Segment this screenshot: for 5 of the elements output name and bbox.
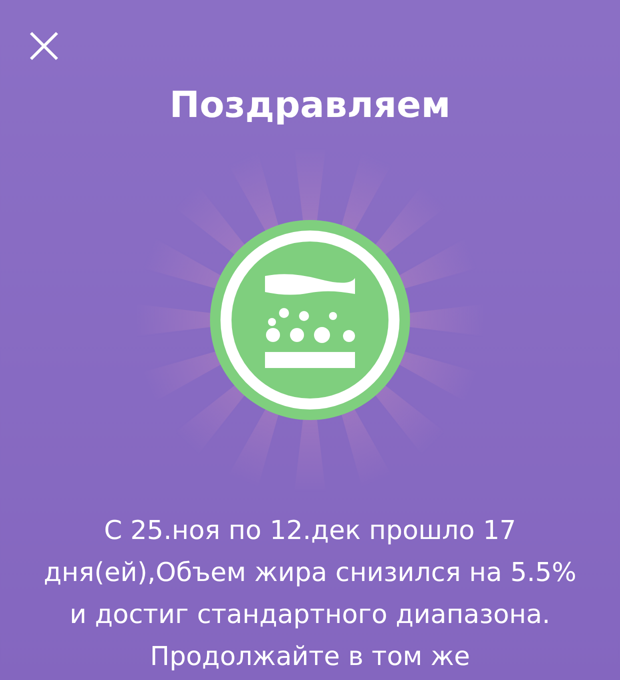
title: Поздравляем <box>169 84 451 128</box>
close-icon <box>28 30 60 62</box>
close-button[interactable] <box>28 30 60 62</box>
body-fat-badge-icon <box>209 219 411 421</box>
result-message: С 25.ноя по 12.дек прошло 17 дня(ей),Объем жира снизился на 5.5% и достиг стандартного диапазона. Продолжайте в том же <box>42 515 578 674</box>
